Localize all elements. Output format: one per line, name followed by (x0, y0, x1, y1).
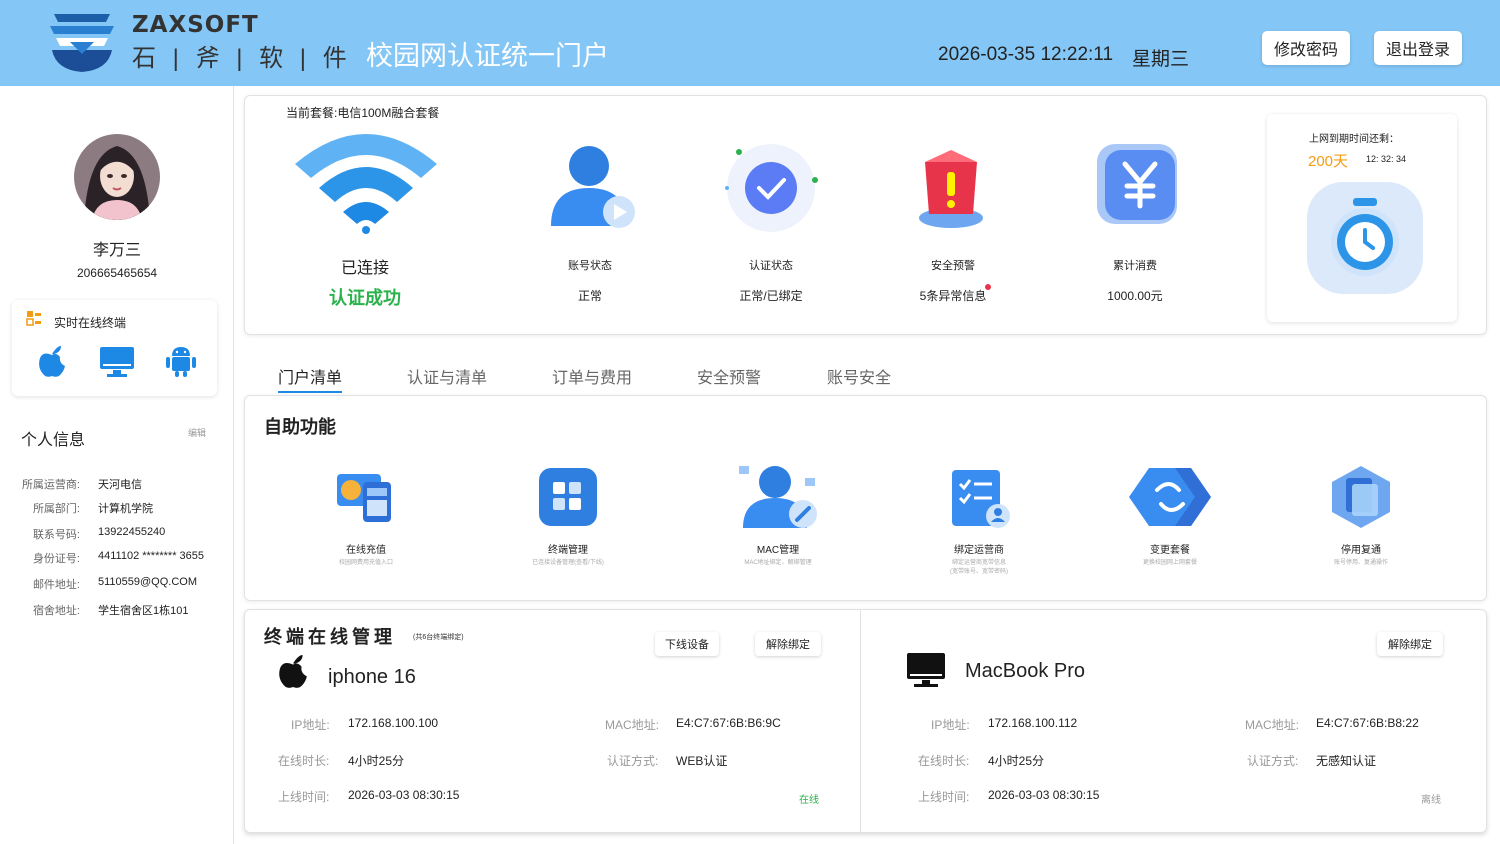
online-terminals-card: 实时在线终端 (12, 300, 217, 396)
iphone-status-badge: 在线 (799, 795, 819, 806)
account-status-icon (551, 146, 635, 228)
self-service-card: 自助功能 在线充值 校园网费用充值入口 终端管理 已连接设备管理(查看/下线) (244, 395, 1487, 601)
avatar-portrait-icon (74, 134, 160, 220)
overview-card: 当前套餐:电信100M融合套餐 已连接 认证成功 账号状态 正常 认证状态 正常… (244, 95, 1487, 335)
iphone-ip: IP地址: 172.168.100.100 (291, 716, 439, 732)
expire-days: 200天 (1308, 153, 1349, 170)
iphone-auth: 认证方式: WEB认证 (607, 754, 728, 768)
offline-device-button[interactable]: 下线设备 (655, 632, 719, 656)
security-alert-label: 安全预警 (931, 260, 975, 272)
current-weekday: 星期三 (1132, 49, 1190, 70)
macbook-mac: MAC地址: E4:C7:67:6B:B8:22 (1245, 716, 1419, 732)
account-status-value: 正常 (577, 289, 602, 303)
android-icon[interactable] (166, 344, 196, 378)
total-consumption-value: 1000.00元 (1107, 289, 1163, 303)
expire-label: 上网到期时间还剩： (1309, 134, 1399, 145)
personal-info-header: 个人信息 编辑 (8, 416, 218, 449)
connection-status: 已连接 (340, 260, 389, 277)
personal-info-edit-link[interactable]: 编辑 (188, 426, 206, 439)
iphone-online-time: 上线时间: 2026-03-03 08:30:15 (278, 788, 460, 804)
sidebar: 李万三 206665465654 实时在线终端 个人信息 编辑 所属运营商: 天… (0, 86, 234, 844)
tab-orders-fees[interactable]: 订单与费用 (552, 364, 632, 388)
macbook-ip: IP地址: 172.168.100.112 (931, 716, 1078, 732)
auth-status-value: 正常/已绑定 (739, 289, 803, 303)
func-bind-operator[interactable]: 绑定运营商 绑定运营商宽带信息 (宽带账号、宽带密码) (899, 464, 1059, 577)
iphone-mac: MAC地址: E4:C7:67:6B:B6:9C (605, 716, 781, 732)
recharge-card-icon (337, 474, 391, 522)
yuan-consumption-icon (1097, 144, 1177, 224)
iphone-apple-icon (279, 655, 307, 688)
user-id: 206665465654 (76, 266, 158, 280)
security-alert-icon (919, 150, 983, 228)
portal-title: 校园网认证统一门户 (366, 41, 609, 71)
device-name-macbook: MacBook Pro (965, 660, 1086, 682)
self-service-title: 自助功能 (264, 417, 336, 437)
tab-security-alert[interactable]: 安全预警 (697, 364, 761, 388)
desktop-icon[interactable] (99, 346, 135, 378)
terminal-management-card: 终端在线管理 (共6台终端绑定) iphone 16 下线设备 解除绑定 IP地… (244, 609, 1487, 834)
macbook-online-time: 上线时间: 2026-03-03 08:30:15 (918, 788, 1100, 804)
terminal-count: (共6台终端绑定) (413, 634, 464, 641)
apple-icon[interactable] (37, 344, 67, 378)
auth-status-label: 认证状态 (749, 260, 793, 272)
tab-auth-list[interactable]: 认证与清单 (407, 364, 487, 388)
account-status-label: 账号状态 (568, 260, 612, 272)
unbind-iphone-button[interactable]: 解除绑定 (755, 632, 821, 656)
func-change-package[interactable]: 变更套餐 更换校园网上网套餐 (1090, 464, 1250, 568)
func-online-recharge[interactable]: 在线充值 校园网费用充值入口 (286, 464, 446, 568)
alert-badge-dot (985, 284, 991, 290)
user-name: 李万三 (92, 242, 141, 259)
personal-info-title: 个人信息 (21, 432, 86, 449)
unbind-macbook-button[interactable]: 解除绑定 (1377, 632, 1443, 656)
tab-account-security[interactable]: 账号安全 (827, 364, 891, 388)
change-password-button[interactable]: 修改密码 (1262, 31, 1350, 65)
func-terminal-management[interactable]: 终端管理 已连接设备管理(查看/下线) (488, 464, 648, 568)
security-alert-value[interactable]: 5条异常信息 (873, 287, 1033, 304)
bind-operator-clipboard-icon (952, 470, 1010, 528)
func-mac-management[interactable]: MAC管理 MAC地址绑定、解绑管理 (698, 464, 858, 568)
online-terminals-title: 实时在线终端 (54, 316, 127, 330)
func-suspend-resume[interactable]: 停用复通 账号停用、复通操作 (1281, 464, 1441, 568)
terminal-divider (860, 610, 861, 834)
tab-portal-list[interactable]: 门户清单 (278, 364, 343, 393)
main-tabs: 门户清单 认证与清单 订单与费用 安全预警 账号安全 (244, 360, 1044, 393)
brand-name-cn: 石 | 斧 | 软 | 件 (132, 45, 352, 72)
avatar[interactable] (74, 134, 160, 220)
auth-status-icon (725, 144, 818, 232)
terminal-list-icon (26, 311, 41, 326)
expire-time: 12: 32: 34 (1366, 154, 1407, 164)
current-datetime: 2026-03-35 12:22:11 (938, 44, 1114, 65)
iphone-duration: 在线时长: 4小时25分 (278, 754, 405, 768)
mac-user-icon (739, 466, 817, 528)
brand-name: ZAXSOFT (132, 12, 259, 38)
wifi-icon (295, 134, 437, 234)
suspend-resume-layers-icon (1332, 466, 1390, 528)
logout-button[interactable]: 退出登录 (1374, 31, 1462, 65)
auth-result: 认证成功 (329, 288, 401, 308)
header: ZAXSOFT 石 | 斧 | 软 | 件 校园网认证统一门户 2026-03-… (0, 0, 1500, 86)
macbook-duration: 在线时长: 4小时25分 (918, 754, 1045, 768)
stopwatch-icon (1307, 182, 1423, 294)
total-consumption-label: 累计消费 (1113, 260, 1157, 272)
current-package: 当前套餐:电信100M融合套餐 (286, 106, 440, 120)
macbook-status-badge: 离线 (1421, 795, 1441, 806)
logo-shield-icon (50, 14, 114, 72)
macbook-auth: 认证方式: 无感知认证 (1247, 754, 1377, 768)
change-package-hex-icon (1129, 468, 1211, 526)
terminal-grid-icon (539, 468, 597, 526)
expire-countdown-card: 上网到期时间还剩： 200天 12: 32: 34 (1267, 114, 1457, 322)
device-name-iphone: iphone 16 (328, 666, 416, 688)
laptop-icon (907, 653, 945, 687)
terminal-management-title: 终端在线管理 (264, 627, 396, 647)
